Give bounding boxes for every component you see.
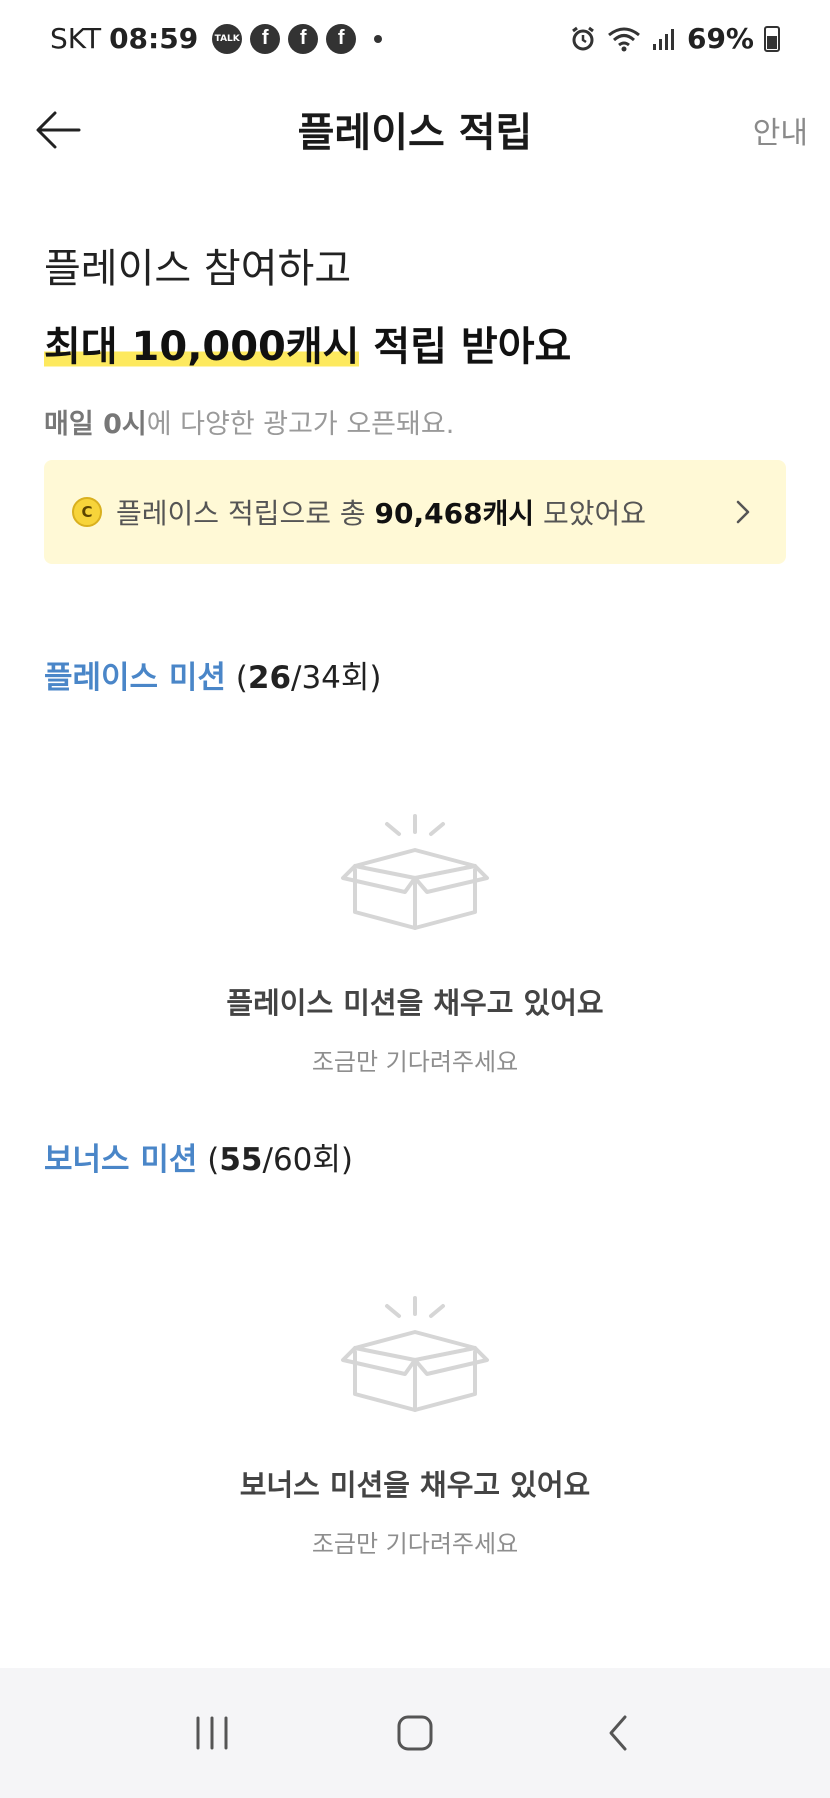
count-open: ( [225, 660, 248, 696]
facebook-icon: f [326, 23, 357, 54]
recent-apps-icon [196, 1716, 228, 1750]
back-icon [609, 1715, 627, 1751]
hero-sub-rest: 에 다양한 광고가 오픈돼요. [146, 409, 455, 440]
status-bar: SKT 08:59 TALK f f f 69% [0, 0, 830, 84]
empty-box-icon [341, 814, 489, 930]
hero-sub-bold: 매일 0시 [44, 409, 147, 440]
wifi-icon [608, 27, 640, 51]
system-nav-bar [0, 1668, 830, 1798]
bonus-empty-subtitle: 조금만 기다려주세요 [311, 1530, 519, 1558]
page-title: 플레이스 적립 [297, 110, 533, 156]
hero-headline-rest: 적립 받아요 [359, 324, 572, 370]
facebook-icon: f [288, 23, 319, 54]
app-header: 플레이스 적립 안내 [0, 84, 830, 176]
home-icon [397, 1715, 433, 1751]
hero-headline-2: 최대 10,000캐시 적립 받아요 [44, 314, 784, 372]
bonus-empty-title: 보너스 미션을 채우고 있어요 [239, 1468, 591, 1502]
summary-text: 플레이스 적립으로 총 90,468캐시 모았어요 [116, 492, 730, 532]
talk-icon: TALK [212, 23, 243, 54]
carrier-label: SKT [50, 22, 102, 55]
place-empty-title: 플레이스 미션을 채우고 있어요 [226, 986, 604, 1020]
summary-prefix: 플레이스 적립으로 총 [116, 497, 375, 530]
empty-box-icon [341, 1296, 489, 1412]
place-mission-done: 26 [247, 660, 292, 696]
facebook-icon: f [250, 23, 281, 54]
battery-percent: 69% [686, 22, 754, 55]
bonus-mission-name: 보너스 미션 [44, 1142, 198, 1178]
status-left: SKT 08:59 TALK f f f [50, 22, 383, 55]
signal-icon [652, 28, 674, 50]
clock: 08:59 [109, 22, 199, 55]
recent-apps-button[interactable] [172, 1693, 252, 1773]
count-open: ( [197, 1142, 220, 1178]
place-mission-total: /34회) [291, 660, 382, 696]
chevron-right-icon [730, 499, 756, 525]
total-cash-summary[interactable]: C 플레이스 적립으로 총 90,468캐시 모았어요 [44, 460, 786, 564]
system-back-button[interactable] [578, 1693, 658, 1773]
bonus-mission-title: 보너스 미션 (55/60회) [44, 1134, 353, 1179]
status-right: 69% [569, 22, 780, 55]
home-button[interactable] [375, 1693, 455, 1773]
summary-amount: 90,468캐시 [374, 497, 535, 530]
guide-link[interactable]: 안내 [753, 108, 808, 152]
hero-subtitle: 매일 0시에 다양한 광고가 오픈돼요. [44, 402, 784, 441]
bonus-mission-empty: 보너스 미션을 채우고 있어요 조금만 기다려주세요 [0, 1294, 830, 1559]
bonus-mission-done: 55 [219, 1142, 263, 1178]
alarm-icon [572, 26, 594, 50]
hero-highlight: 최대 10,000캐시 [44, 324, 360, 370]
bonus-mission-count: (55/60회) [197, 1142, 353, 1178]
battery-icon [764, 25, 780, 52]
place-mission-title: 플레이스 미션 (26/34회) [44, 652, 382, 697]
hero-section: 플레이스 참여하고 최대 10,000캐시 적립 받아요 매일 0시에 다양한 … [44, 236, 784, 441]
hero-headline-1: 플레이스 참여하고 [44, 246, 352, 292]
more-notifications-dot [374, 34, 383, 43]
bonus-mission-total: /60회) [262, 1142, 354, 1178]
coin-icon: C [72, 497, 102, 527]
summary-suffix: 모았어요 [534, 497, 647, 530]
place-empty-subtitle: 조금만 기다려주세요 [311, 1048, 519, 1076]
place-mission-count: (26/34회) [226, 660, 382, 696]
place-mission-name: 플레이스 미션 [44, 660, 226, 696]
place-mission-empty: 플레이스 미션을 채우고 있어요 조금만 기다려주세요 [0, 812, 830, 1077]
